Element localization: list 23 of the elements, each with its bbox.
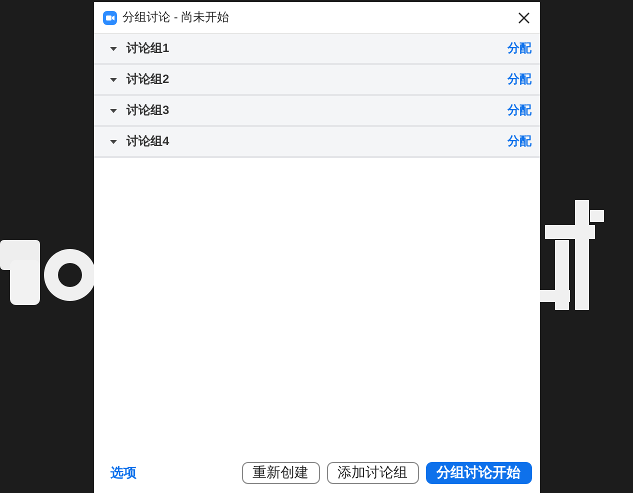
options-link[interactable]: 选项: [110, 464, 136, 482]
window-title: 分组讨论 - 尚未开始: [122, 9, 230, 26]
caret-icon[interactable]: [110, 108, 116, 112]
assign-link[interactable]: 分配: [508, 133, 532, 150]
assign-link[interactable]: 分配: [508, 71, 532, 88]
group-row[interactable]: 讨论组1 分配: [94, 34, 540, 65]
group-name: 讨论组4: [126, 133, 170, 150]
start-button[interactable]: 分组讨论开始: [426, 462, 532, 484]
group-name: 讨论组1: [126, 40, 170, 57]
caret-icon[interactable]: [110, 140, 116, 144]
group-row[interactable]: 讨论组2 分配: [94, 65, 540, 96]
group-name: 讨论组3: [126, 102, 170, 119]
group-name: 讨论组2: [126, 71, 170, 88]
video-camera-icon: [102, 10, 116, 24]
action-button[interactable]: 添加讨论组: [326, 462, 418, 484]
group-row[interactable]: 讨论组3 分配: [94, 96, 540, 127]
close-button[interactable]: [516, 10, 530, 24]
action-button[interactable]: 重新创建: [242, 462, 320, 484]
group-row[interactable]: 讨论组4 分配: [94, 127, 540, 158]
assign-link[interactable]: 分配: [508, 102, 532, 119]
caret-icon[interactable]: [110, 46, 116, 50]
caret-icon[interactable]: [110, 78, 116, 82]
assign-link[interactable]: 分配: [508, 40, 532, 57]
